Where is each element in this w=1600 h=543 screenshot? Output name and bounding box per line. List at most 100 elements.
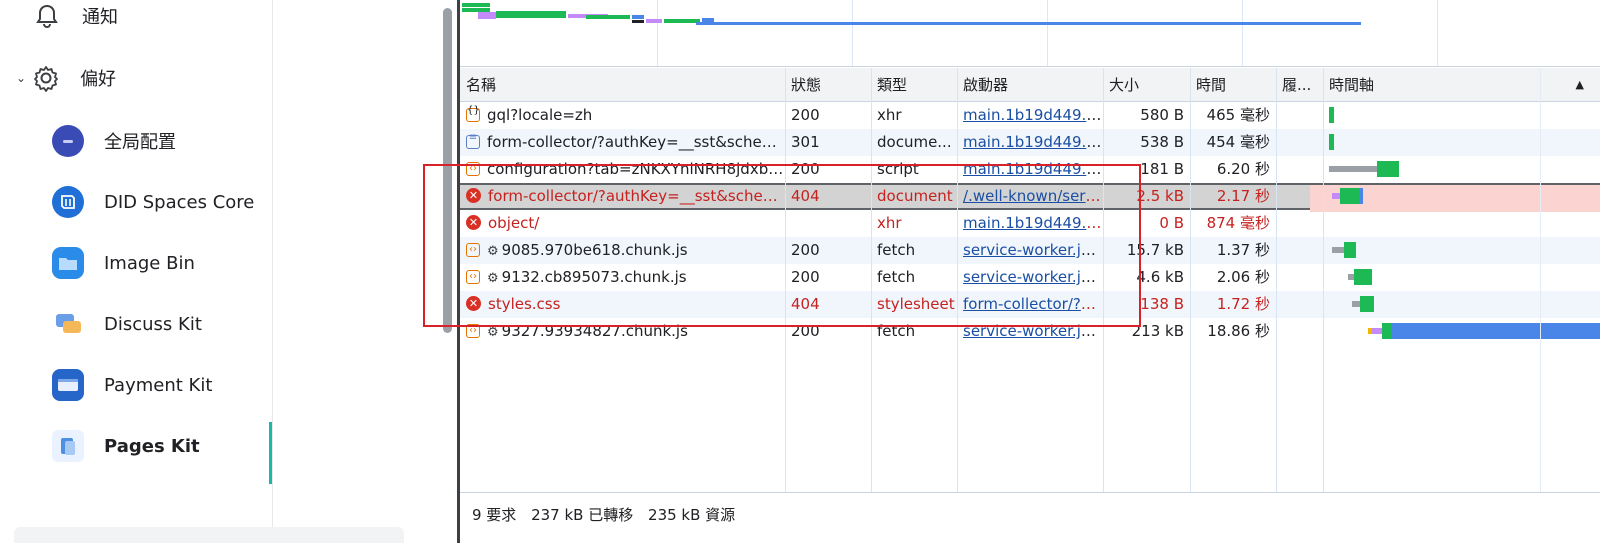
initiator-link[interactable]: /.well-known/serv... <box>963 187 1103 205</box>
status-cell: 200 <box>791 160 820 178</box>
column-divider[interactable] <box>785 68 786 493</box>
column-header-type[interactable]: 類型 <box>871 68 957 102</box>
waterfall-bar <box>1360 296 1374 312</box>
sidebar-item-discuss-kit[interactable]: Discuss Kit <box>52 302 267 346</box>
overview-bar <box>646 19 662 23</box>
nav-notifications[interactable]: 通知 <box>34 0 118 36</box>
size-cell: 213 kB <box>1131 322 1184 340</box>
initiator-link[interactable]: main.1b19d449.js:2 <box>963 106 1103 124</box>
request-name-cell: ‹› ⚙ 9085.970be618.chunk.js <box>460 237 785 264</box>
sidebar-item-label: Image Bin <box>104 252 195 274</box>
request-name: 9132.cb895073.chunk.js <box>501 268 687 286</box>
waterfall-wait <box>1372 328 1382 334</box>
column-header-size[interactable]: 大小 <box>1103 68 1190 102</box>
table-row-selected[interactable]: ✕ form-collector/?authKey=__sst&schemaK..… <box>460 183 1600 212</box>
status-cell: 200 <box>791 268 820 286</box>
service-worker-gear-icon: ⚙ <box>487 271 499 286</box>
payment-window-icon <box>52 369 84 401</box>
column-header-name[interactable]: 名稱 <box>460 68 785 102</box>
table-row[interactable]: ‹› ⚙ 9327.93934827.chunk.js 200 fetch serv… <box>460 318 1600 345</box>
initiator-cell: main.1b19d449.js:2 <box>957 102 1103 129</box>
script-icon: ‹› <box>466 270 480 284</box>
request-name-cell: ✕ form-collector/?authKey=__sst&schemaK..… <box>460 183 785 210</box>
column-divider[interactable] <box>871 68 872 493</box>
initiator-link[interactable]: service-worker.js:1 <box>963 241 1103 259</box>
size-cell: 138 B <box>1140 295 1184 313</box>
network-summary-bar: 9 要求 237 kB 已轉移 235 kB 資源 <box>460 492 1600 543</box>
column-divider[interactable] <box>1190 68 1191 493</box>
column-header-waterfall-label: 時間軸 <box>1329 76 1375 94</box>
column-divider[interactable] <box>1276 68 1277 493</box>
sidebar-item-label: Pages Kit <box>104 435 200 457</box>
initiator-link[interactable]: main.1b19d449.js:2 <box>963 133 1103 151</box>
sidebar-item-payment-kit[interactable]: Payment Kit <box>52 363 267 407</box>
waterfall-wait <box>1329 166 1377 172</box>
bottom-panel-edge <box>14 527 404 543</box>
overview-bar <box>586 15 630 19</box>
pages-icon <box>52 430 84 462</box>
initiator-link[interactable]: main.1b19d449.js:2 <box>963 160 1103 178</box>
status-cell: 404 <box>791 187 820 205</box>
waterfall-bar <box>1329 134 1334 150</box>
type-cell: stylesheet <box>877 295 955 313</box>
column-header-status[interactable]: 狀態 <box>785 68 871 102</box>
overview-bar <box>696 22 1361 25</box>
size-cell: 15.7 kB <box>1126 241 1184 259</box>
column-divider[interactable] <box>1103 68 1104 493</box>
table-row[interactable]: ✕ styles.css 404 stylesheet form-collecto… <box>460 291 1600 318</box>
column-divider[interactable] <box>957 68 958 493</box>
table-row[interactable]: ≡ form-collector/?authKey=__sst&schemaK..… <box>460 129 1600 156</box>
initiator-link[interactable]: main.1b19d449.js:2 <box>963 214 1103 232</box>
waterfall-bar <box>1340 188 1360 204</box>
bell-icon <box>34 3 60 29</box>
sidebar-item-did-spaces-core[interactable]: DID Spaces Core <box>52 180 267 224</box>
row-content: ✕ form-collector/?authKey=__sst&schemaK..… <box>460 183 1600 210</box>
nav-section-preferences-label: 偏好 <box>80 69 117 90</box>
table-row[interactable]: {} gql?locale=zh 200 xhr main.1b19d449.js… <box>460 102 1600 129</box>
initiator-link[interactable]: service-worker.js:1 <box>963 268 1103 286</box>
scrollbar-thumb[interactable] <box>443 8 452 333</box>
request-name: 9085.970be618.chunk.js <box>501 241 688 259</box>
sidebar-item-label: 全局配置 <box>104 132 176 153</box>
sidebar-item-pages-kit[interactable]: Pages Kit <box>52 424 267 468</box>
column-header-history[interactable]: 履... <box>1276 68 1323 102</box>
initiator-link[interactable]: form-collector/?a... <box>963 295 1103 313</box>
summary-requests: 9 要求 <box>472 506 517 524</box>
request-name-cell: ‹› ⚙ 9327.93934827.chunk.js <box>460 318 785 345</box>
time-cell: 465 毫秒 <box>1206 106 1270 124</box>
overview-bar <box>632 15 644 19</box>
table-row[interactable]: ‹› configuration?tab=zNKXYniNRH8jdxbgRc..… <box>460 156 1600 183</box>
waterfall-bar <box>1377 161 1399 177</box>
status-cell: 301 <box>791 133 820 151</box>
size-cell: 4.6 kB <box>1136 268 1184 286</box>
error-icon: ✕ <box>466 296 481 311</box>
waterfall-bar <box>1344 242 1356 258</box>
table-row[interactable]: ‹› ⚙ 9085.970be618.chunk.js 200 fetch serv… <box>460 237 1600 264</box>
waterfall-bar <box>1360 188 1363 204</box>
document-icon: ≡ <box>466 132 480 149</box>
type-cell: xhr <box>877 106 902 124</box>
column-header-initiator[interactable]: 啟動器 <box>957 68 1103 102</box>
sidebar-item-label: DID Spaces Core <box>104 191 255 213</box>
initiator-cell: service-worker.js:1 <box>957 318 1103 345</box>
type-cell: document <box>877 187 953 205</box>
network-overview[interactable] <box>460 0 1600 67</box>
overview-bar <box>496 11 566 18</box>
initiator-cell: /.well-known/serv... <box>957 183 1103 210</box>
column-divider[interactable] <box>1323 68 1324 493</box>
nav-section-preferences[interactable]: ⌄ 偏好 <box>16 58 116 98</box>
time-cell: 454 毫秒 <box>1206 133 1270 151</box>
column-header-waterfall[interactable]: 時間軸 ▲ <box>1323 68 1600 102</box>
overview-bar <box>478 12 496 19</box>
request-name-cell: ‹› ⚙ 9132.cb895073.chunk.js <box>460 264 785 291</box>
sidebar-item-image-bin[interactable]: Image Bin <box>52 241 267 285</box>
initiator-link[interactable]: service-worker.js:1 <box>963 322 1103 340</box>
type-cell: script <box>877 160 919 178</box>
table-row[interactable]: ✕ object/ xhr main.1b19d449.js:2 0 B 874 … <box>460 210 1600 237</box>
error-icon: ✕ <box>466 215 481 230</box>
sidebar-item-global-config[interactable]: 全局配置 <box>52 119 267 163</box>
column-header-time[interactable]: 時間 <box>1190 68 1276 102</box>
size-cell: 580 B <box>1140 106 1184 124</box>
time-cell: 18.86 秒 <box>1207 322 1270 340</box>
table-row[interactable]: ‹› ⚙ 9132.cb895073.chunk.js 200 fetch serv… <box>460 264 1600 291</box>
